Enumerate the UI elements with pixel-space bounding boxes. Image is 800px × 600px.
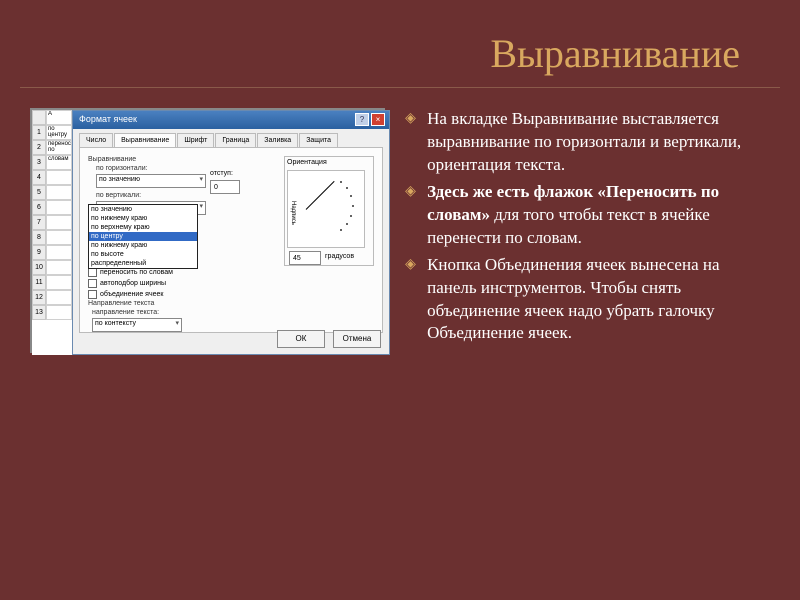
cell (46, 200, 72, 215)
merge-checkbox[interactable]: объединение ячеек (88, 290, 173, 299)
combo-option-selected[interactable]: по центру (89, 232, 197, 241)
orientation-dial[interactable]: Надпись (287, 170, 365, 248)
tab-border[interactable]: Граница (215, 133, 256, 147)
combo-option[interactable]: по значению (89, 205, 197, 214)
row-number: 4 (32, 170, 46, 185)
cell (46, 275, 72, 290)
orientation-label: Ориентация (285, 157, 373, 168)
cell (46, 245, 72, 260)
orientation-text: Надпись (290, 201, 296, 225)
shrink-checkbox[interactable]: автоподбор ширины (88, 279, 173, 288)
row-header (32, 110, 46, 125)
checkbox-icon (88, 268, 97, 277)
degrees-label: градусов (325, 253, 354, 260)
combo-option[interactable]: по высоте (89, 250, 197, 259)
cancel-button[interactable]: Отмена (333, 330, 381, 348)
checkbox-icon (88, 279, 97, 288)
tab-fill[interactable]: Заливка (257, 133, 298, 147)
close-button[interactable]: × (371, 113, 385, 126)
help-button[interactable]: ? (355, 113, 369, 126)
indent-label: отступ: (210, 170, 233, 177)
cell (46, 290, 72, 305)
bullet-item: Кнопка Объединения ячеек вынесена на пан… (405, 254, 770, 346)
row-number: 6 (32, 200, 46, 215)
slide-title: Выравнивание (20, 0, 780, 88)
degrees-spinner[interactable]: 45 (289, 251, 321, 265)
cell: словам (46, 155, 72, 170)
vertical-combo-dropdown[interactable]: по значению по нижнему краю по верхнему … (88, 204, 198, 269)
row-number: 10 (32, 260, 46, 275)
cell (46, 185, 72, 200)
row-number: 2 (32, 140, 46, 155)
direction-combo[interactable]: по контексту (92, 318, 182, 332)
checkbox-label: автоподбор ширины (100, 280, 166, 287)
row-number: 11 (32, 275, 46, 290)
combo-option[interactable]: по нижнему краю (89, 214, 197, 223)
tab-alignment[interactable]: Выравнивание (114, 133, 176, 148)
dialog-screenshot: A 1по центру 2перенос по 3словам 4 5 6 7… (30, 108, 385, 353)
dialog-title-text: Формат ячеек (79, 114, 137, 124)
combo-option[interactable]: по нижнему краю (89, 241, 197, 250)
checkbox-icon (88, 290, 97, 299)
checkbox-label: переносить по словам (100, 269, 173, 276)
combo-option[interactable]: распределенный (89, 259, 197, 268)
cell: по центру (46, 125, 72, 140)
row-number: 8 (32, 230, 46, 245)
dialog-titlebar[interactable]: Формат ячеек ? × (73, 111, 389, 129)
row-number: 12 (32, 290, 46, 305)
slide-text: На вкладке Выравнивание выставляется выр… (405, 108, 770, 353)
cell (46, 170, 72, 185)
tab-number[interactable]: Число (79, 133, 113, 147)
ok-button[interactable]: ОК (277, 330, 325, 348)
cell (46, 305, 72, 320)
indent-spinner[interactable]: 0 (210, 180, 240, 194)
row-number: 7 (32, 215, 46, 230)
cell (46, 215, 72, 230)
row-number: 3 (32, 155, 46, 170)
row-number: 9 (32, 245, 46, 260)
row-number: 13 (32, 305, 46, 320)
cell (46, 260, 72, 275)
tab-font[interactable]: Шрифт (177, 133, 214, 147)
direction-section-label: Направление текста (88, 300, 182, 307)
orientation-box: Ориентация Надпись 45 градусов (284, 156, 374, 266)
excel-row-headers: A 1по центру 2перенос по 3словам 4 5 6 7… (32, 110, 72, 355)
horizontal-combo[interactable]: по значению (96, 174, 206, 188)
row-number: 5 (32, 185, 46, 200)
tab-body: Выравнивание по горизонтали: по значению… (79, 147, 383, 333)
row-number: 1 (32, 125, 46, 140)
checkbox-label: объединение ячеек (100, 291, 163, 298)
cell (46, 230, 72, 245)
direction-label: направление текста: (92, 309, 182, 316)
bullet-item: Здесь же есть флажок «Переносить по слов… (405, 181, 770, 250)
wrap-text-checkbox[interactable]: переносить по словам (88, 268, 173, 277)
dialog-tabs: Число Выравнивание Шрифт Граница Заливка… (73, 129, 389, 147)
combo-option[interactable]: по верхнему краю (89, 223, 197, 232)
tab-protection[interactable]: Защита (299, 133, 338, 147)
bullet-item: На вкладке Выравнивание выставляется выр… (405, 108, 770, 177)
format-cells-dialog: Формат ячеек ? × Число Выравнивание Шриф… (72, 110, 390, 355)
col-header: A (46, 110, 72, 125)
cell: перенос по (46, 140, 72, 155)
